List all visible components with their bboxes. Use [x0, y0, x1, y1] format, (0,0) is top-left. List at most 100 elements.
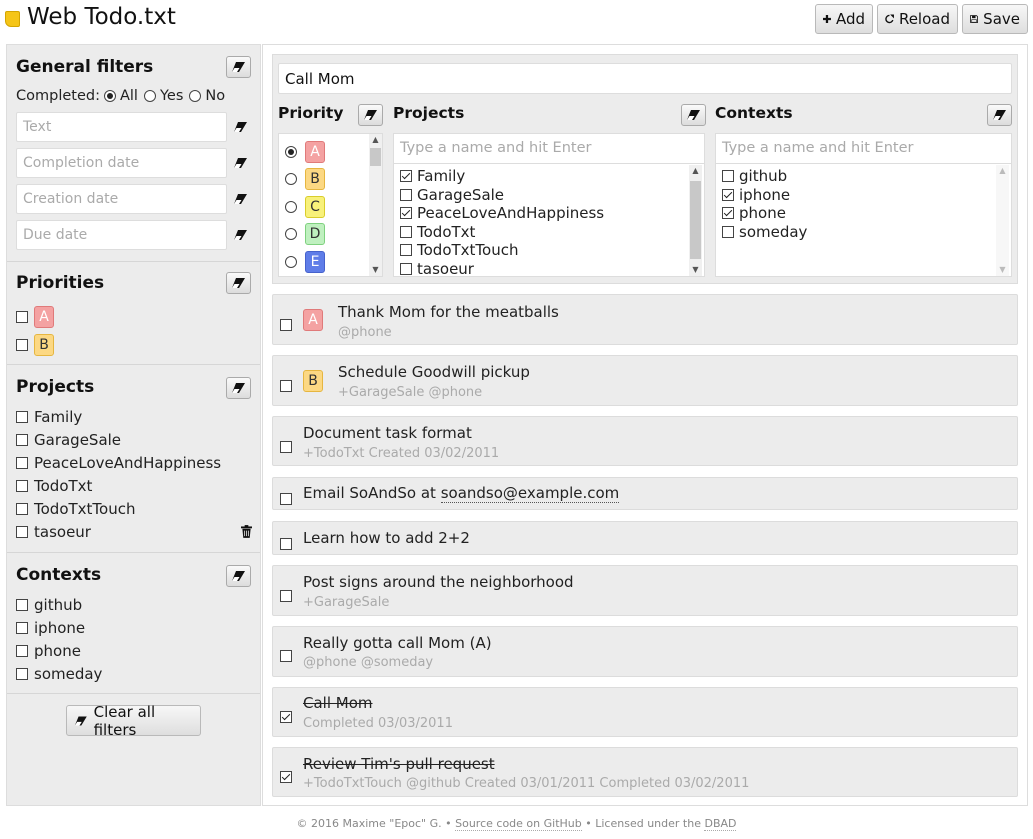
checkbox[interactable]	[16, 479, 28, 492]
email-link[interactable]: soandso@example.com	[440, 484, 620, 503]
task-checkbox[interactable]	[280, 492, 292, 505]
reload-button[interactable]: Reload	[877, 4, 958, 34]
project-option[interactable]: TodoTxtTouch	[400, 241, 704, 260]
project-name-input[interactable]: Type a name and hit Enter	[394, 134, 704, 164]
context-option[interactable]: someday	[722, 223, 1011, 242]
clear-completion-date-icon[interactable]	[232, 156, 250, 170]
priority-radio[interactable]	[285, 145, 297, 158]
project-filter-item[interactable]: PeaceLoveAndHappiness	[16, 451, 252, 474]
editor-priority-list[interactable]: A B C D E ▲ ▼	[278, 133, 383, 277]
checkbox[interactable]	[16, 433, 28, 446]
clear-due-date-icon[interactable]	[232, 228, 250, 242]
clear-contexts-button[interactable]	[226, 565, 251, 587]
priority-a-checkbox[interactable]	[16, 311, 28, 323]
project-option[interactable]: GarageSale	[400, 186, 704, 205]
checkbox[interactable]	[400, 207, 412, 220]
project-option[interactable]: TodoTxt	[400, 223, 704, 242]
task-checkbox[interactable]	[280, 710, 292, 723]
task-item[interactable]: B Schedule Goodwill pickup +GarageSale @…	[272, 355, 1018, 406]
project-option[interactable]: PeaceLoveAndHappiness	[400, 204, 704, 223]
task-item[interactable]: Call Mom Completed 03/03/2011	[272, 687, 1018, 737]
scroll-thumb[interactable]	[690, 181, 701, 259]
checkbox[interactable]	[16, 525, 28, 538]
clear-editor-projects-button[interactable]	[681, 104, 706, 126]
checkbox[interactable]	[400, 262, 412, 275]
clear-priorities-button[interactable]	[226, 272, 251, 294]
context-filter-item[interactable]: github	[16, 593, 102, 616]
priority-option[interactable]: A	[285, 138, 382, 166]
clear-creation-date-icon[interactable]	[232, 192, 250, 206]
priority-option[interactable]: E	[285, 248, 382, 276]
checkbox[interactable]	[722, 207, 734, 220]
context-filter-item[interactable]: phone	[16, 639, 102, 662]
task-checkbox[interactable]	[280, 589, 292, 602]
priority-radio[interactable]	[285, 200, 297, 213]
checkbox[interactable]	[400, 244, 412, 257]
task-checkbox[interactable]	[280, 318, 292, 331]
checkbox[interactable]	[400, 225, 412, 238]
task-checkbox[interactable]	[280, 649, 292, 662]
task-checkbox[interactable]	[280, 379, 292, 392]
checkbox[interactable]	[16, 598, 28, 611]
context-option[interactable]: phone	[722, 204, 1011, 223]
completed-yes-radio[interactable]	[143, 90, 156, 102]
checkbox[interactable]	[16, 502, 28, 515]
project-filter-item[interactable]: tasoeur	[16, 520, 252, 543]
task-checkbox[interactable]	[280, 440, 292, 453]
task-item[interactable]: Learn how to add 2+2	[272, 521, 1018, 555]
source-code-link[interactable]: Source code on GitHub	[455, 817, 582, 831]
creation-date-filter-input[interactable]: Creation date	[16, 184, 227, 214]
priority-radio[interactable]	[285, 255, 297, 268]
task-item[interactable]: Post signs around the neighborhood +Gara…	[272, 565, 1018, 616]
checkbox[interactable]	[722, 188, 734, 201]
add-button[interactable]: Add	[815, 4, 873, 34]
clear-general-filters-button[interactable]	[226, 56, 251, 78]
scrollbar[interactable]: ▲ ▼	[369, 134, 382, 276]
task-item[interactable]: Email SoAndSo at soandso@example.com	[272, 477, 1018, 510]
task-item[interactable]: Document task format +TodoTxt Created 03…	[272, 416, 1018, 466]
task-checkbox[interactable]	[280, 537, 292, 550]
clear-all-filters-button[interactable]: Clear all filters	[66, 703, 201, 739]
clear-editor-contexts-button[interactable]	[987, 104, 1012, 126]
scroll-up-arrow[interactable]: ▲	[369, 134, 382, 146]
completed-no-radio[interactable]	[189, 90, 202, 102]
project-option[interactable]: tasoeur	[400, 260, 704, 276]
checkbox[interactable]	[16, 456, 28, 469]
scroll-thumb[interactable]	[370, 148, 381, 166]
project-filter-item[interactable]: TodoTxt	[16, 474, 252, 497]
scroll-up-arrow[interactable]: ▲	[689, 165, 702, 177]
clear-editor-priority-button[interactable]	[358, 104, 383, 126]
task-item[interactable]: Review Tim's pull request +TodoTxtTouch …	[272, 747, 1018, 797]
clear-projects-button[interactable]	[226, 377, 251, 399]
clear-text-filter-icon[interactable]	[232, 120, 250, 134]
checkbox[interactable]	[16, 621, 28, 634]
priority-radio[interactable]	[285, 228, 297, 241]
priority-filter-item[interactable]: A	[16, 303, 54, 331]
priority-option[interactable]: C	[285, 193, 382, 221]
task-checkbox[interactable]	[280, 770, 292, 783]
priority-b-checkbox[interactable]	[16, 339, 28, 351]
scroll-down-arrow[interactable]: ▼	[369, 264, 382, 276]
project-option[interactable]: Family	[400, 167, 704, 186]
license-link[interactable]: DBAD	[704, 817, 737, 831]
scroll-down-arrow[interactable]: ▼	[689, 264, 702, 276]
priority-option[interactable]: D	[285, 221, 382, 249]
context-option[interactable]: github	[722, 167, 1011, 186]
checkbox[interactable]	[400, 170, 412, 183]
context-filter-item[interactable]: iphone	[16, 616, 102, 639]
text-filter-input[interactable]: Text	[16, 112, 227, 142]
scrollbar[interactable]: ▲ ▼	[689, 165, 702, 276]
checkbox[interactable]	[722, 170, 734, 183]
checkbox[interactable]	[16, 410, 28, 423]
priority-radio[interactable]	[285, 173, 297, 186]
priority-option[interactable]: B	[285, 166, 382, 194]
completed-all-radio[interactable]	[103, 90, 116, 102]
context-name-input[interactable]: Type a name and hit Enter	[716, 134, 1011, 164]
checkbox[interactable]	[16, 644, 28, 657]
scroll-down-arrow[interactable]: ▼	[996, 264, 1009, 276]
trash-icon[interactable]	[241, 525, 252, 538]
checkbox[interactable]	[400, 188, 412, 201]
project-filter-item[interactable]: TodoTxtTouch	[16, 497, 252, 520]
scroll-up-arrow[interactable]: ▲	[996, 165, 1009, 177]
task-item[interactable]: A Thank Mom for the meatballs @phone	[272, 294, 1018, 345]
